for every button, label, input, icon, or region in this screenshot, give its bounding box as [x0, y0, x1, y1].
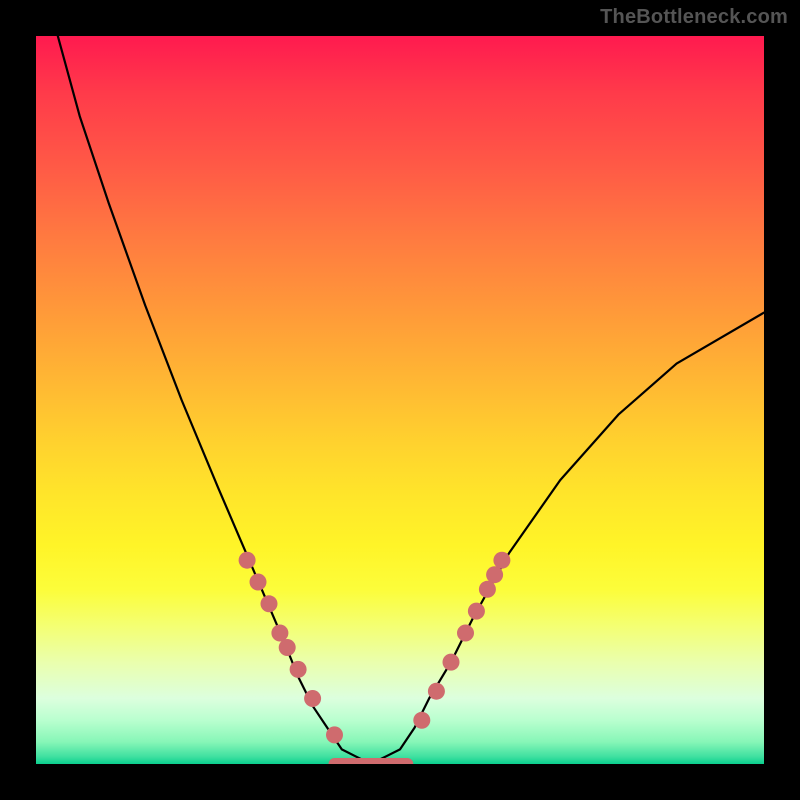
- chart-frame: TheBottleneck.com: [0, 0, 800, 800]
- gradient-background: [36, 36, 764, 764]
- watermark-text: TheBottleneck.com: [600, 6, 788, 29]
